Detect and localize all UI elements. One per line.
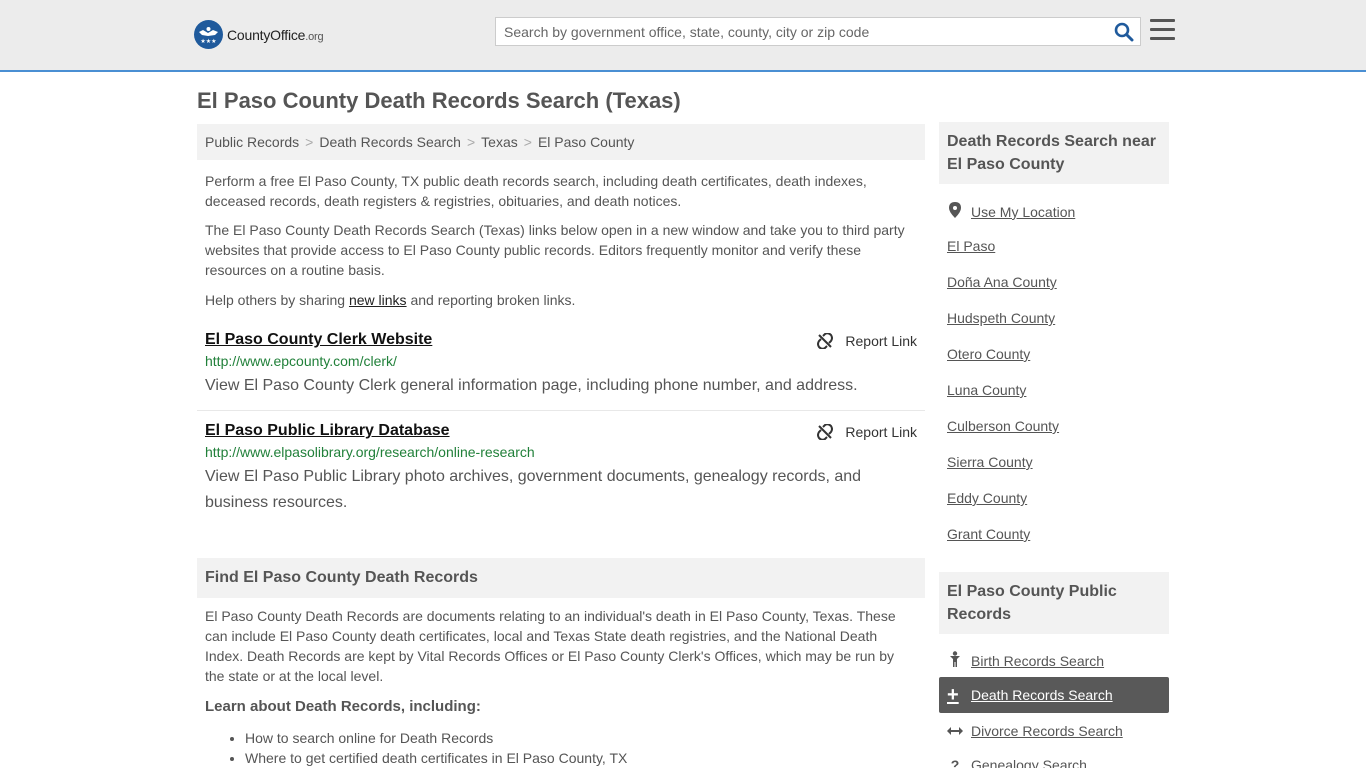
death-records-search-link[interactable]: + Death Records Search <box>939 677 1169 713</box>
use-my-location-link[interactable]: Use My Location <box>947 202 1075 221</box>
nearby-link-otero-county[interactable]: Otero County <box>947 346 1030 362</box>
new-links-link[interactable]: new links <box>349 292 407 308</box>
logo-brand: CountyOffice <box>227 26 306 43</box>
page-title: El Paso County Death Records Search (Tex… <box>197 88 681 113</box>
site-header: ★★★ CountyOffice.org <box>0 0 1366 72</box>
nearby-link-el-paso[interactable]: El Paso <box>947 238 995 254</box>
broken-link-icon <box>817 424 834 440</box>
divorce-records-search-link[interactable]: Divorce Records Search <box>947 723 1123 739</box>
intro-paragraph-2: The El Paso County Death Records Search … <box>205 222 905 278</box>
person-icon <box>947 651 963 670</box>
find-section-body: El Paso County Death Records are documen… <box>205 608 896 684</box>
find-section-title: Find El Paso County Death Records <box>197 558 925 598</box>
site-logo[interactable]: ★★★ CountyOffice.org <box>194 20 324 49</box>
search-input[interactable] <box>496 18 1096 45</box>
svg-text:★★★: ★★★ <box>200 38 216 45</box>
cross-icon: + <box>947 684 959 706</box>
birth-records-search-link[interactable]: Birth Records Search <box>947 651 1104 670</box>
breadcrumb: Public Records > Death Records Search > Texa… <box>197 124 925 160</box>
map-marker-icon <box>947 202 963 221</box>
arrows-icon <box>947 723 963 739</box>
breadcrumb-death-records-search[interactable]: Death Records Search <box>319 134 461 150</box>
result-description: View El Paso Public Library photo archiv… <box>205 468 862 511</box>
result-item: El Paso Public Library Database http://w… <box>205 422 917 516</box>
result-item: El Paso County Clerk Website http://www.… <box>205 331 917 399</box>
intro-paragraph-3: Help others by sharing new links and rep… <box>205 292 576 308</box>
search-bar <box>495 17 1141 46</box>
public-records-section-title: El Paso County Public Records <box>939 572 1169 634</box>
nearby-link-culberson-county[interactable]: Culberson County <box>947 418 1059 434</box>
nearby-link-eddy-county[interactable]: Eddy County <box>947 490 1027 506</box>
genealogy-search-link[interactable]: ? Genealogy Search <box>947 757 1087 768</box>
result-description: View El Paso County Clerk general inform… <box>205 377 858 394</box>
result-title-link[interactable]: El Paso County Clerk Website <box>205 331 917 349</box>
search-icon[interactable] <box>1114 22 1134 42</box>
report-link-button[interactable]: Report Link <box>817 333 917 349</box>
hamburger-menu-icon[interactable] <box>1150 19 1175 41</box>
breadcrumb-public-records[interactable]: Public Records <box>205 134 299 150</box>
result-title-link[interactable]: El Paso Public Library Database <box>205 422 917 440</box>
broken-link-icon <box>817 333 834 349</box>
nearby-section-title: Death Records Search near El Paso County <box>939 122 1169 184</box>
learn-about-list: How to search online for Death Records W… <box>245 728 627 768</box>
logo-badge-icon: ★★★ <box>194 20 223 49</box>
nearby-link-hudspeth-county[interactable]: Hudspeth County <box>947 310 1055 326</box>
nearby-link-luna-county[interactable]: Luna County <box>947 382 1026 398</box>
list-item: How to search online for Death Records <box>245 728 627 748</box>
nearby-link-dona-ana-county[interactable]: Doña Ana County <box>947 274 1057 290</box>
report-link-button[interactable]: Report Link <box>817 424 917 440</box>
nearby-link-grant-county[interactable]: Grant County <box>947 526 1030 542</box>
learn-about-heading: Learn about Death Records, including: <box>205 698 481 715</box>
result-divider <box>197 410 925 411</box>
result-url: http://www.epcounty.com/clerk/ <box>205 353 397 369</box>
breadcrumb-texas[interactable]: Texas <box>481 134 518 150</box>
question-icon: ? <box>950 757 960 768</box>
list-item: Where to get certified death certificate… <box>245 748 627 768</box>
logo-tld: .org <box>305 30 324 43</box>
nearby-link-sierra-county[interactable]: Sierra County <box>947 454 1033 470</box>
breadcrumb-el-paso-county[interactable]: El Paso County <box>538 134 635 150</box>
intro-paragraph-1: Perform a free El Paso County, TX public… <box>205 173 867 209</box>
result-url: http://www.elpasolibrary.org/research/on… <box>205 444 535 460</box>
